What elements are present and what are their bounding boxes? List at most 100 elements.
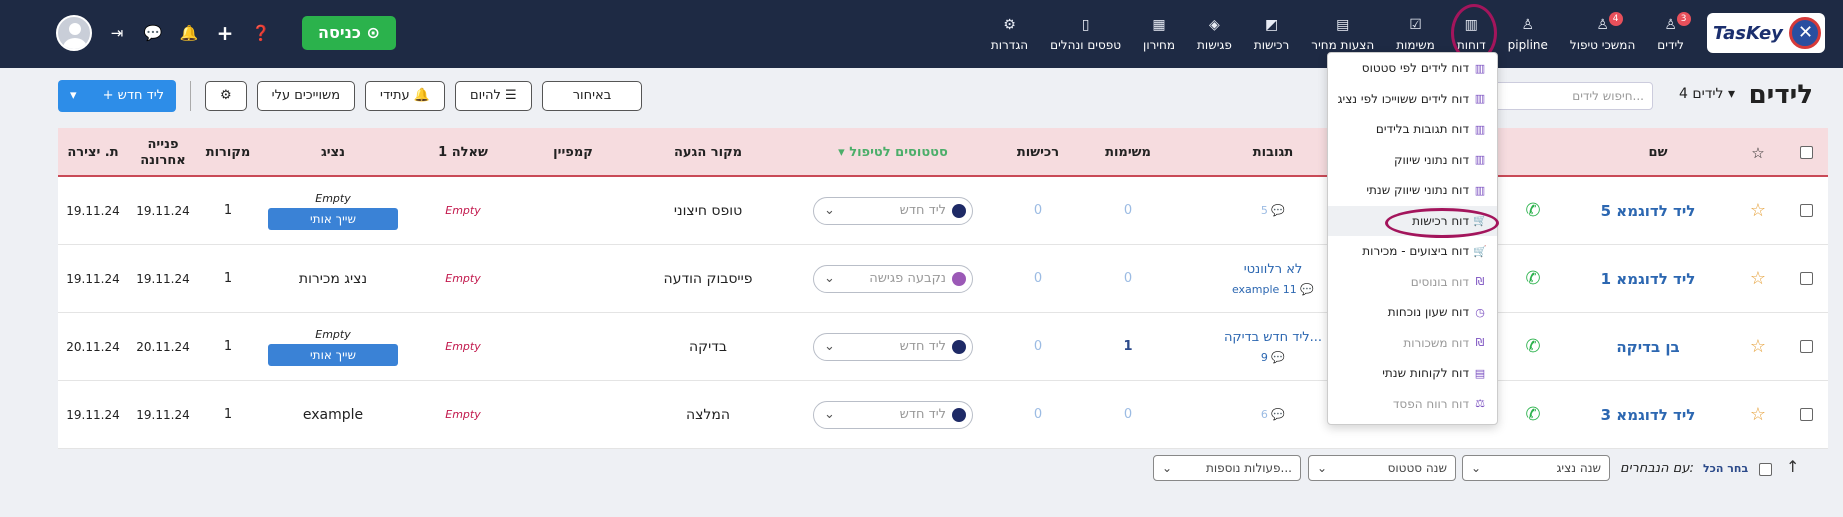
nav-item-ongoing[interactable]: ♙ המשכי טיפול 4 xyxy=(1559,0,1646,68)
reports-menu-item[interactable]: דוח שעון נוכחות ◷ xyxy=(1328,297,1497,328)
more-actions-select[interactable]: ⌄ פעולות נוספות... xyxy=(1153,455,1301,481)
leads-count-select[interactable]: 4 לידים ▾ xyxy=(1679,86,1735,102)
change-agent-select[interactable]: ⌄ שנה נציג xyxy=(1462,455,1610,481)
star-icon[interactable]: ☆ xyxy=(1750,268,1766,289)
help-icon[interactable]: ❓ xyxy=(250,24,272,42)
future-button[interactable]: עתידי 🔔 xyxy=(365,81,445,111)
comments-count[interactable]: 6 💬 xyxy=(1261,408,1285,421)
late-button[interactable]: באיחור xyxy=(541,81,643,111)
tag-link[interactable]: ליד חדש בדיקה... xyxy=(1224,330,1322,345)
question1-cell: Empty xyxy=(418,245,508,312)
reports-menu-item[interactable]: דוח לידים לפי סטטוס ▥ xyxy=(1328,53,1497,84)
table-row[interactable]: ☆ ליד לדוגמא 1 ✆ לא רלוונטי example 11 💬… xyxy=(58,245,1828,313)
reports-menu-item[interactable]: דוח לקוחות שנתי ▤ xyxy=(1328,358,1497,389)
purchases-count[interactable]: 0 xyxy=(1034,339,1042,354)
nav-item-forms[interactable]: ▯ טפסים ונהלים xyxy=(1039,0,1132,68)
scroll-top-icon[interactable]: ↑ xyxy=(1786,457,1799,476)
reports-menu-item[interactable]: דוח תגובות בלידים ▥ xyxy=(1328,114,1497,145)
assigned-to-me-button[interactable]: משוייכים עלי xyxy=(256,81,356,111)
row-checkbox[interactable] xyxy=(1799,408,1813,421)
empty-value[interactable]: Empty xyxy=(445,272,480,285)
header-tags[interactable]: תגובות xyxy=(1198,128,1348,177)
header-agent[interactable]: נציג xyxy=(268,128,398,177)
lead-name-link[interactable]: בן בדיקה xyxy=(1616,338,1679,356)
select-all-link[interactable]: בחר הכל xyxy=(1703,462,1748,475)
empty-value[interactable]: Empty xyxy=(445,340,480,353)
reports-menu-item[interactable]: דוח נתוני שיווק ▥ xyxy=(1328,145,1497,176)
new-lead-button[interactable]: ▾ + ליד חדש xyxy=(58,80,176,112)
reports-menu-item[interactable]: דוח משכורות ₪ xyxy=(1328,328,1497,359)
tasks-count[interactable]: 0 xyxy=(1124,203,1132,218)
empty-value[interactable]: Empty xyxy=(445,408,480,421)
purchases-count[interactable]: 0 xyxy=(1034,203,1042,218)
header-sources[interactable]: מקורות xyxy=(198,128,258,177)
whatsapp-icon[interactable]: ✆ xyxy=(1525,200,1540,221)
whatsapp-icon[interactable]: ✆ xyxy=(1525,404,1540,425)
taskey-logo[interactable]: TasKey xyxy=(1707,13,1825,53)
header-last-contact[interactable]: פנייה אחרונה xyxy=(128,128,198,177)
nav-item-purchases[interactable]: ◩ רכישות xyxy=(1243,0,1300,68)
bulk-select-checkbox[interactable] xyxy=(1759,463,1772,476)
star-icon[interactable]: ☆ xyxy=(1750,404,1766,425)
logout-icon[interactable]: ⇥ xyxy=(106,24,128,42)
change-status-select[interactable]: ⌄ שנה סטטוס xyxy=(1308,455,1456,481)
plus-icon[interactable]: + xyxy=(214,21,236,45)
tag-link[interactable]: לא רלוונטי xyxy=(1244,262,1303,277)
lead-name-link[interactable]: ליד לדוגמא 1 xyxy=(1601,270,1696,288)
checkin-button[interactable]: כניסה ⊙ xyxy=(302,16,396,50)
tasks-count[interactable]: 0 xyxy=(1124,407,1132,422)
row-checkbox[interactable] xyxy=(1799,204,1813,217)
reports-menu-item[interactable]: דוח נתוני שיווק שנתי ▥ xyxy=(1328,175,1497,206)
logo-mark-icon xyxy=(1789,17,1821,49)
header-tasks[interactable]: משימות xyxy=(1088,128,1168,177)
whatsapp-icon[interactable]: ✆ xyxy=(1525,268,1540,289)
bell-icon[interactable]: 🔔 xyxy=(178,24,200,42)
nav-item-settings[interactable]: ⚙ הגדרות xyxy=(980,0,1039,68)
header-created[interactable]: ת. יצירה xyxy=(58,128,128,177)
table-row[interactable]: ☆ ליד לדוגמא 5 ✆ 5 💬 0 0 ⌄ ליד חדש טופס … xyxy=(58,177,1828,245)
reports-menu-item[interactable]: דוח בונוסים ₪ xyxy=(1328,267,1497,298)
reports-menu-item[interactable]: דוח רווח הפסד ⚖ xyxy=(1328,389,1497,420)
header-question1[interactable]: שאלה 1 xyxy=(418,128,508,177)
assign-me-button[interactable]: שייך אותי xyxy=(268,207,398,230)
row-checkbox[interactable] xyxy=(1799,272,1813,285)
status-select[interactable]: ⌄ ליד חדש xyxy=(813,400,973,429)
reports-menu-item[interactable]: דוח ביצועים - מכירות 🛒 xyxy=(1328,236,1497,267)
header-source[interactable]: מקור הגעה xyxy=(638,128,778,177)
avatar[interactable] xyxy=(56,15,92,51)
header-campaign[interactable]: קמפיין xyxy=(528,128,618,177)
header-checkbox[interactable] xyxy=(1799,146,1813,159)
whatsapp-icon[interactable]: ✆ xyxy=(1525,336,1540,357)
chat-icon[interactable]: 💬 xyxy=(142,24,164,42)
header-purchases[interactable]: רכישות xyxy=(998,128,1078,177)
purchases-count[interactable]: 0 xyxy=(1034,407,1042,422)
reports-menu-item[interactable]: דוח לידים ששוייכו לפי נציג ▥ xyxy=(1328,84,1497,115)
purchases-count[interactable]: 0 xyxy=(1034,271,1042,286)
nav-item-leads[interactable]: ♙ לידים 3 xyxy=(1646,0,1695,68)
nav-item-pricelist[interactable]: ▦ מחירון xyxy=(1132,0,1186,68)
comments-count[interactable]: 5 💬 xyxy=(1261,204,1285,217)
status-select[interactable]: ⌄ ליד חדש xyxy=(813,196,973,225)
lead-name-link[interactable]: ליד לדוגמא 3 xyxy=(1601,406,1696,424)
tasks-count[interactable]: 0 xyxy=(1124,271,1132,286)
nav-item-pipline[interactable]: ♙ pipline xyxy=(1497,0,1559,68)
row-checkbox[interactable] xyxy=(1799,340,1813,353)
header-name[interactable]: שם xyxy=(1578,128,1738,177)
comments-count[interactable]: 9 💬 xyxy=(1261,351,1285,364)
tasks-count[interactable]: 1 xyxy=(1123,339,1132,354)
nav-item-meetings[interactable]: ◈ פגישות xyxy=(1186,0,1243,68)
today-button[interactable]: להיום ☰ xyxy=(454,81,532,111)
star-icon[interactable]: ☆ xyxy=(1750,336,1766,357)
table-row[interactable]: ☆ ליד לדוגמא 3 ✆ 6 💬 0 0 ⌄ ליד חדש המלצה… xyxy=(58,381,1828,449)
star-icon[interactable]: ☆ xyxy=(1750,200,1766,221)
status-select[interactable]: ⌄ ליד חדש xyxy=(813,332,973,361)
table-row[interactable]: ☆ בן בדיקה ✆ ליד חדש בדיקה... 9 💬 1 0 ⌄ … xyxy=(58,313,1828,381)
status-select[interactable]: ⌄ נקבעה פגישה xyxy=(813,264,973,293)
header-status[interactable]: ▾ סטטוסים לטיפול xyxy=(808,128,978,177)
reports-menu-item[interactable]: דוח רכישות 🛒 xyxy=(1328,205,1497,236)
lead-name-link[interactable]: ליד לדוגמא 5 xyxy=(1601,202,1696,220)
assign-me-button[interactable]: שייך אותי xyxy=(268,343,398,366)
filter-settings-button[interactable]: ⚙ xyxy=(205,81,247,111)
comments-count[interactable]: example 11 💬 xyxy=(1232,283,1314,296)
empty-value[interactable]: Empty xyxy=(445,204,480,217)
